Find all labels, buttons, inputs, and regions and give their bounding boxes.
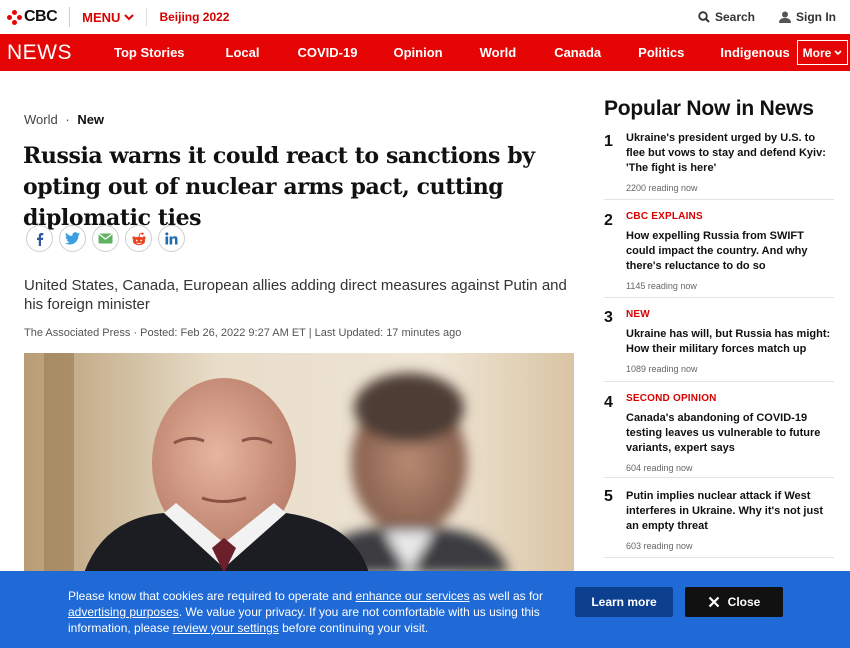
popular-label: NEW — [626, 309, 650, 320]
user-icon — [779, 11, 791, 23]
article-deck: United States, Canada, European allies a… — [24, 277, 567, 313]
nav-item-canada[interactable]: Canada — [554, 45, 601, 60]
nav-section-title[interactable]: NEWS — [7, 41, 97, 65]
nav-item-world[interactable]: World — [480, 45, 517, 60]
breadcrumb-separator: · — [65, 112, 70, 127]
popular-item[interactable]: 5 Putin implies nuclear attack if West i… — [604, 478, 834, 558]
cookie-message: Please know that cookies are required to… — [68, 588, 558, 636]
menu-label: MENU — [82, 9, 121, 25]
article-photo-illustration — [24, 353, 574, 573]
nav-item-local[interactable]: Local — [226, 45, 260, 60]
nav-item-top-stories[interactable]: Top Stories — [114, 45, 185, 60]
nav-item-politics[interactable]: Politics — [638, 45, 684, 60]
popular-label: SECOND OPINION — [626, 393, 717, 404]
facebook-icon[interactable] — [26, 225, 53, 252]
popular-headline[interactable]: Putin implies nuclear attack if West int… — [626, 489, 834, 534]
popular-headline[interactable]: Ukraine has will, but Russia has might: … — [626, 327, 834, 357]
menu-button[interactable]: MENU — [82, 9, 135, 25]
chevron-down-icon — [834, 49, 842, 55]
sign-in-button[interactable]: Sign In — [779, 10, 836, 24]
beijing-2022-link[interactable]: Beijing 2022 — [159, 10, 229, 24]
popular-reads: 2200 reading now — [626, 183, 698, 193]
search-button[interactable]: Search — [698, 10, 755, 24]
popular-reads: 603 reading now — [626, 541, 693, 551]
popular-rank: 3 — [604, 309, 613, 326]
popular-reads: 1145 reading now — [626, 281, 697, 291]
share-bar — [26, 225, 185, 252]
search-label: Search — [714, 10, 755, 24]
nav-item-indigenous[interactable]: Indigenous — [720, 45, 789, 60]
popular-rank: 5 — [604, 488, 613, 505]
main-nav: NEWS Top Stories Local COVID-19 Opinion … — [0, 34, 850, 71]
popular-now-title: Popular Now in News — [604, 97, 814, 120]
close-button[interactable]: Close — [685, 587, 783, 617]
advertising-purposes-link[interactable]: advertising purposes — [68, 605, 179, 619]
nav-item-covid-19[interactable]: COVID-19 — [298, 45, 358, 60]
cookie-text: as well as for — [469, 589, 543, 603]
divider — [146, 8, 148, 26]
popular-headline[interactable]: How expelling Russia from SWIFT could im… — [626, 229, 834, 274]
enhance-services-link[interactable]: enhance our services — [356, 589, 470, 603]
popular-reads: 1089 reading now — [626, 364, 698, 374]
cookie-text: Please know that cookies are required to… — [68, 589, 356, 603]
popular-rank: 4 — [604, 394, 613, 411]
close-label: Close — [727, 595, 761, 609]
popular-item[interactable]: 3 NEW Ukraine has will, but Russia has m… — [604, 298, 834, 382]
popular-label: CBC EXPLAINS — [626, 211, 703, 222]
popular-rank: 1 — [604, 133, 613, 150]
nav-item-opinion[interactable]: Opinion — [393, 45, 442, 60]
search-icon — [698, 11, 710, 23]
sign-in-label: Sign In — [796, 10, 836, 24]
popular-item[interactable]: 4 SECOND OPINION Canada's abandoning of … — [604, 382, 834, 478]
popular-item[interactable]: 2 CBC EXPLAINS How expelling Russia from… — [604, 200, 834, 298]
article-byline: The Associated Press · Posted: Feb 26, 2… — [24, 327, 462, 339]
cbc-logo[interactable]: CBC — [7, 8, 58, 26]
close-icon — [708, 596, 719, 608]
popular-headline[interactable]: Canada's abandoning of COVID-19 testing … — [626, 411, 834, 456]
popular-rank: 2 — [604, 212, 613, 229]
breadcrumb-section[interactable]: World — [24, 112, 58, 127]
more-button[interactable]: More — [797, 40, 848, 65]
popular-item[interactable]: 1 Ukraine's president urged by U.S. to f… — [604, 126, 834, 200]
top-bar: CBC MENU Beijing 2022 Search Sign In — [0, 0, 850, 34]
logo-text: CBC — [24, 8, 58, 25]
cookie-text: before continuing your visit. — [278, 621, 429, 635]
breadcrumb: World · New — [24, 112, 104, 127]
reddit-icon[interactable] — [125, 225, 152, 252]
email-icon[interactable] — [92, 225, 119, 252]
twitter-icon[interactable] — [59, 225, 86, 252]
article-photo — [24, 353, 574, 573]
breadcrumb-tag: New — [77, 112, 105, 127]
more-label: More — [802, 45, 832, 60]
chevron-down-icon — [124, 13, 135, 20]
popular-reads: 604 reading now — [626, 463, 693, 473]
review-settings-link[interactable]: review your settings — [173, 621, 279, 635]
popular-list: 1 Ukraine's president urged by U.S. to f… — [604, 126, 834, 558]
popular-headline[interactable]: Ukraine's president urged by U.S. to fle… — [626, 131, 834, 176]
linkedin-icon[interactable] — [158, 225, 185, 252]
article-headline: Russia warns it could react to sanctions… — [23, 143, 535, 231]
cbc-gem-icon — [7, 9, 22, 25]
divider — [69, 7, 71, 27]
nav-items: Top Stories Local COVID-19 Opinion World… — [107, 45, 790, 60]
learn-more-button[interactable]: Learn more — [575, 587, 673, 617]
